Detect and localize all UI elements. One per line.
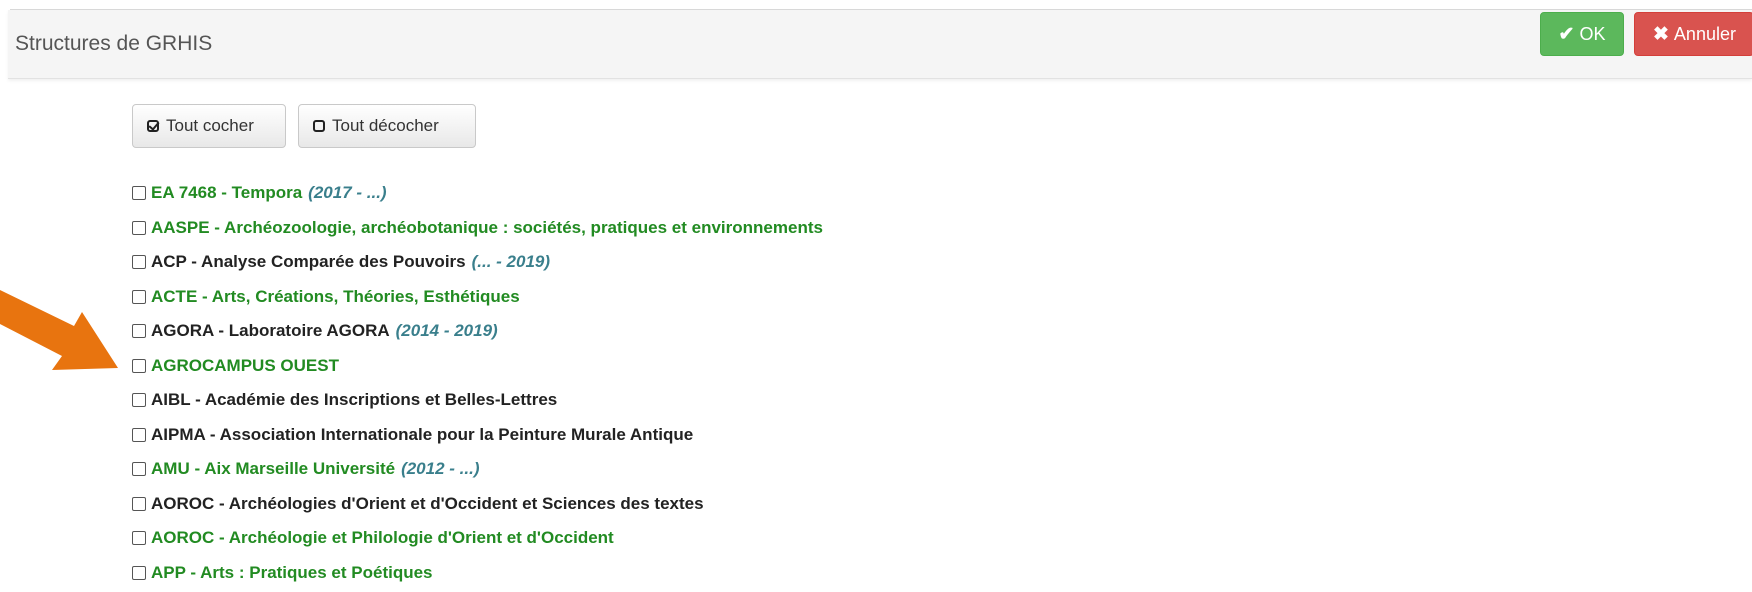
structure-checkbox[interactable] (132, 255, 146, 270)
structure-checkbox[interactable] (132, 531, 146, 546)
check-all-button[interactable]: Tout cocher (132, 104, 286, 148)
cancel-button-label: Annuler (1673, 23, 1736, 44)
structure-label: AGROCAMPUS OUEST (151, 355, 339, 375)
ok-button-label: OK (1579, 23, 1606, 44)
uncheck-all-label: Tout décocher (332, 116, 439, 135)
structure-label: ACTE - Arts, Créations, Théories, Esthét… (151, 286, 520, 306)
cancel-button[interactable]: ✖ Annuler (1634, 12, 1752, 56)
structure-item[interactable]: AMU - Aix Marseille Université (2012 - ..… (132, 452, 823, 487)
dialog-title: Structures de GRHIS (15, 32, 213, 55)
structure-checkbox[interactable] (132, 324, 146, 339)
checkmark-icon: ✔ (1558, 23, 1575, 45)
structure-label: EA 7468 - Tempora (151, 183, 303, 203)
structure-item[interactable]: EA 7468 - Tempora (2017 - ...) (132, 176, 823, 211)
structure-checkbox[interactable] (132, 186, 146, 201)
ok-button[interactable]: ✔ OK (1540, 12, 1624, 56)
uncheck-all-button[interactable]: Tout décocher (298, 104, 476, 148)
structure-label: AGORA - Laboratoire AGORA (151, 321, 390, 341)
structure-list: EA 7468 - Tempora (2017 - ...) AASPE - Arc… (132, 176, 823, 590)
checked-square-icon (147, 120, 159, 132)
structure-dates: (... - 2019) (471, 252, 551, 272)
structure-checkbox[interactable] (132, 496, 146, 511)
empty-square-icon (313, 120, 325, 132)
structure-checkbox[interactable] (132, 289, 146, 304)
structure-label: AASPE - Archéozoologie, archéobotanique … (151, 217, 823, 237)
annotation-arrow-icon (0, 290, 118, 370)
check-all-label: Tout cocher (166, 116, 254, 135)
structure-item[interactable]: ACTE - Arts, Créations, Théories, Esthét… (132, 280, 823, 315)
structure-dates: (2017 - ...) (308, 183, 387, 203)
structure-item[interactable]: AASPE - Archéozoologie, archéobotanique … (132, 211, 823, 246)
structure-item[interactable]: AGROCAMPUS OUEST (132, 349, 823, 384)
structure-label: AOROC - Archéologies d'Orient et d'Occid… (151, 493, 704, 513)
structure-item[interactable]: APP - Arts : Pratiques et Poétiques (132, 556, 823, 591)
structure-label: APP - Arts : Pratiques et Poétiques (151, 562, 433, 582)
structure-label: ACP - Analyse Comparée des Pouvoirs (151, 252, 466, 272)
structure-item[interactable]: AGORA - Laboratoire AGORA (2014 - 2019) (132, 314, 823, 349)
structure-checkbox[interactable] (132, 462, 146, 477)
structure-item[interactable]: ACP - Analyse Comparée des Pouvoirs (... … (132, 245, 823, 280)
structure-label: AIPMA - Association Internationale pour … (151, 424, 694, 444)
structure-checkbox[interactable] (132, 358, 146, 373)
structure-item[interactable]: AIPMA - Association Internationale pour … (132, 418, 823, 453)
structure-checkbox[interactable] (132, 393, 146, 408)
structure-checkbox[interactable] (132, 220, 146, 235)
dialog-header: Structures de GRHIS (8, 10, 1752, 79)
close-icon: ✖ (1653, 23, 1669, 45)
structure-checkbox[interactable] (132, 565, 146, 580)
structure-label: AMU - Aix Marseille Université (151, 459, 396, 479)
structure-item[interactable]: AIBL - Académie des Inscriptions et Bell… (132, 383, 823, 418)
structure-item[interactable]: AOROC - Archéologie et Philologie d'Orie… (132, 521, 823, 556)
structure-checkbox[interactable] (132, 427, 146, 442)
structure-dates: (2012 - ...) (401, 459, 480, 479)
structure-item[interactable]: AOROC - Archéologies d'Orient et d'Occid… (132, 487, 823, 522)
structure-dates: (2014 - 2019) (395, 321, 498, 341)
structure-label: AIBL - Académie des Inscriptions et Bell… (151, 390, 558, 410)
structure-label: AOROC - Archéologie et Philologie d'Orie… (151, 528, 614, 548)
